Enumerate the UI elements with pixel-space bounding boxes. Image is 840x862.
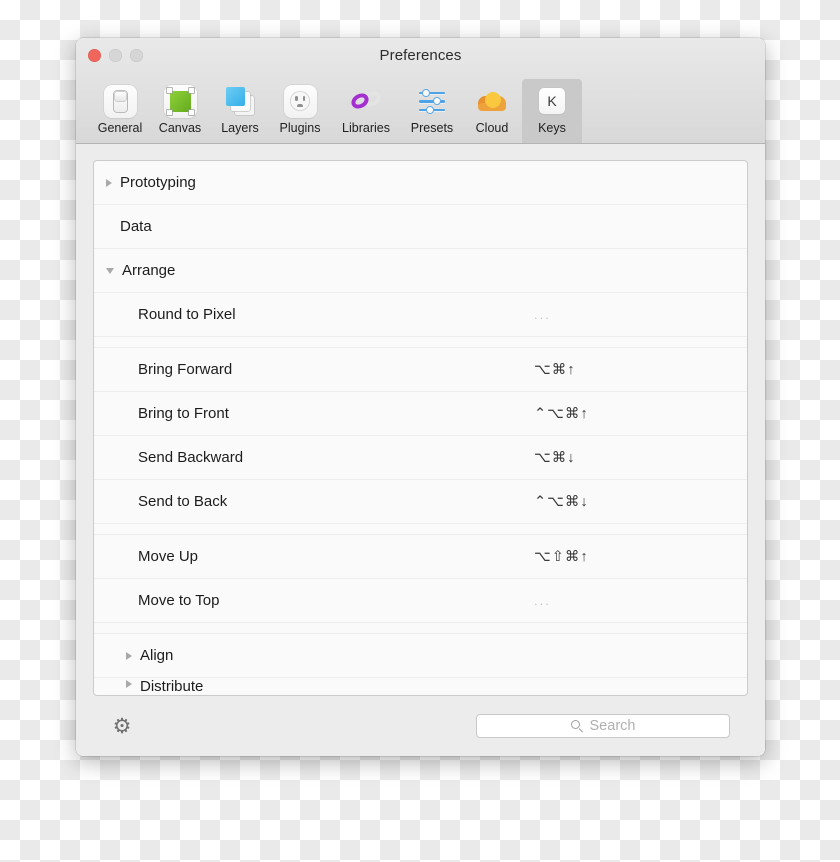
window-title: Preferences [379,47,462,64]
list-group-spacer [94,623,747,634]
preferences-window: Preferences General Canvas Layers Plugin… [76,38,765,756]
toggle-switch-icon [102,83,138,119]
tab-plugins-label: Plugins [279,121,321,135]
list-item-label: Arrange [122,262,176,279]
shortcut-value[interactable]: ⌥⌘↓ [534,450,575,466]
shortcut-value[interactable]: ⌥⇧⌘↑ [534,549,589,565]
chevron-right-icon[interactable] [126,680,132,688]
shortcut-list-frame[interactable]: Prototyping Data Arrange Round to Pixel … [93,160,748,696]
green-square-icon [162,83,198,119]
tab-canvas-label: Canvas [158,121,202,135]
keycap-k-icon: K [534,83,570,119]
gear-icon[interactable]: ⚙ [111,715,133,737]
tab-presets-label: Presets [410,121,454,135]
search-placeholder: Search [589,718,636,734]
preferences-footer: ⚙ Search [93,696,748,756]
tab-canvas[interactable]: Canvas [150,79,210,143]
tab-cloud-label: Cloud [475,121,509,135]
list-item-send-backward[interactable]: Send Backward ⌥⌘↓ [94,436,747,480]
tab-layers-label: Layers [221,121,259,135]
shortcut-value[interactable]: ... [534,307,551,322]
stacked-layers-icon [222,83,258,119]
tab-libraries-label: Libraries [342,121,390,135]
list-group-spacer [94,337,747,348]
list-item-bring-forward[interactable]: Bring Forward ⌥⌘↑ [94,348,747,392]
list-item-label: Send to Back [138,493,228,510]
list-item-label: Distribute [140,678,204,695]
list-item-label: Bring to Front [138,405,229,422]
list-item-move-up[interactable]: Move Up ⌥⇧⌘↑ [94,535,747,579]
window-titlebar[interactable]: Preferences [76,38,765,75]
shortcut-value[interactable]: ... [534,593,551,608]
tab-general[interactable]: General [90,79,150,143]
list-item-round-to-pixel[interactable]: Round to Pixel ... [94,293,747,337]
chevron-down-icon[interactable] [106,267,114,274]
chevron-right-icon[interactable] [126,651,132,660]
list-item-label: Prototyping [120,174,196,191]
tab-cloud[interactable]: Cloud [462,79,522,143]
power-outlet-icon [282,83,318,119]
list-item-distribute[interactable]: Distribute [94,678,747,695]
search-input[interactable]: Search [476,714,730,738]
shortcut-value[interactable]: ⌃⌥⌘↑ [534,406,589,422]
cloud-icon [474,83,510,119]
tab-keys-label: Keys [538,121,566,135]
chevron-right-icon[interactable] [106,178,112,187]
tab-keys[interactable]: K Keys [522,79,582,143]
shortcut-value[interactable]: ⌃⌥⌘↓ [534,494,589,510]
tab-layers[interactable]: Layers [210,79,270,143]
window-chrome: Preferences General Canvas Layers Plugin… [76,38,765,144]
list-item-label: Round to Pixel [138,306,236,323]
list-item-send-to-back[interactable]: Send to Back ⌃⌥⌘↓ [94,480,747,524]
list-group-spacer [94,524,747,535]
tab-presets[interactable]: Presets [402,79,462,143]
list-item-label: Move to Top [138,592,220,609]
search-icon [570,719,584,733]
shortcut-list: Prototyping Data Arrange Round to Pixel … [94,161,747,695]
shortcut-value[interactable]: ⌥⌘↑ [534,362,575,378]
tab-plugins[interactable]: Plugins [270,79,330,143]
list-item-align[interactable]: Align [94,634,747,678]
list-item-label: Move Up [138,548,199,565]
sliders-icon [414,83,450,119]
preferences-toolbar: General Canvas Layers Plugins Libraries … [76,75,765,143]
tab-general-label: General [97,121,143,135]
list-item-label: Data [120,218,152,235]
list-item-arrange[interactable]: Arrange [94,249,747,293]
list-item-label: Bring Forward [138,361,233,378]
list-item-prototyping[interactable]: Prototyping [94,161,747,205]
list-item-move-to-top[interactable]: Move to Top ... [94,579,747,623]
preferences-body: Prototyping Data Arrange Round to Pixel … [76,144,765,756]
list-item-bring-to-front[interactable]: Bring to Front ⌃⌥⌘↑ [94,392,747,436]
tab-libraries[interactable]: Libraries [330,79,402,143]
list-item-label: Align [140,647,174,664]
linked-rings-icon [348,83,384,119]
list-item-data[interactable]: Data [94,205,747,249]
list-item-label: Send Backward [138,449,244,466]
